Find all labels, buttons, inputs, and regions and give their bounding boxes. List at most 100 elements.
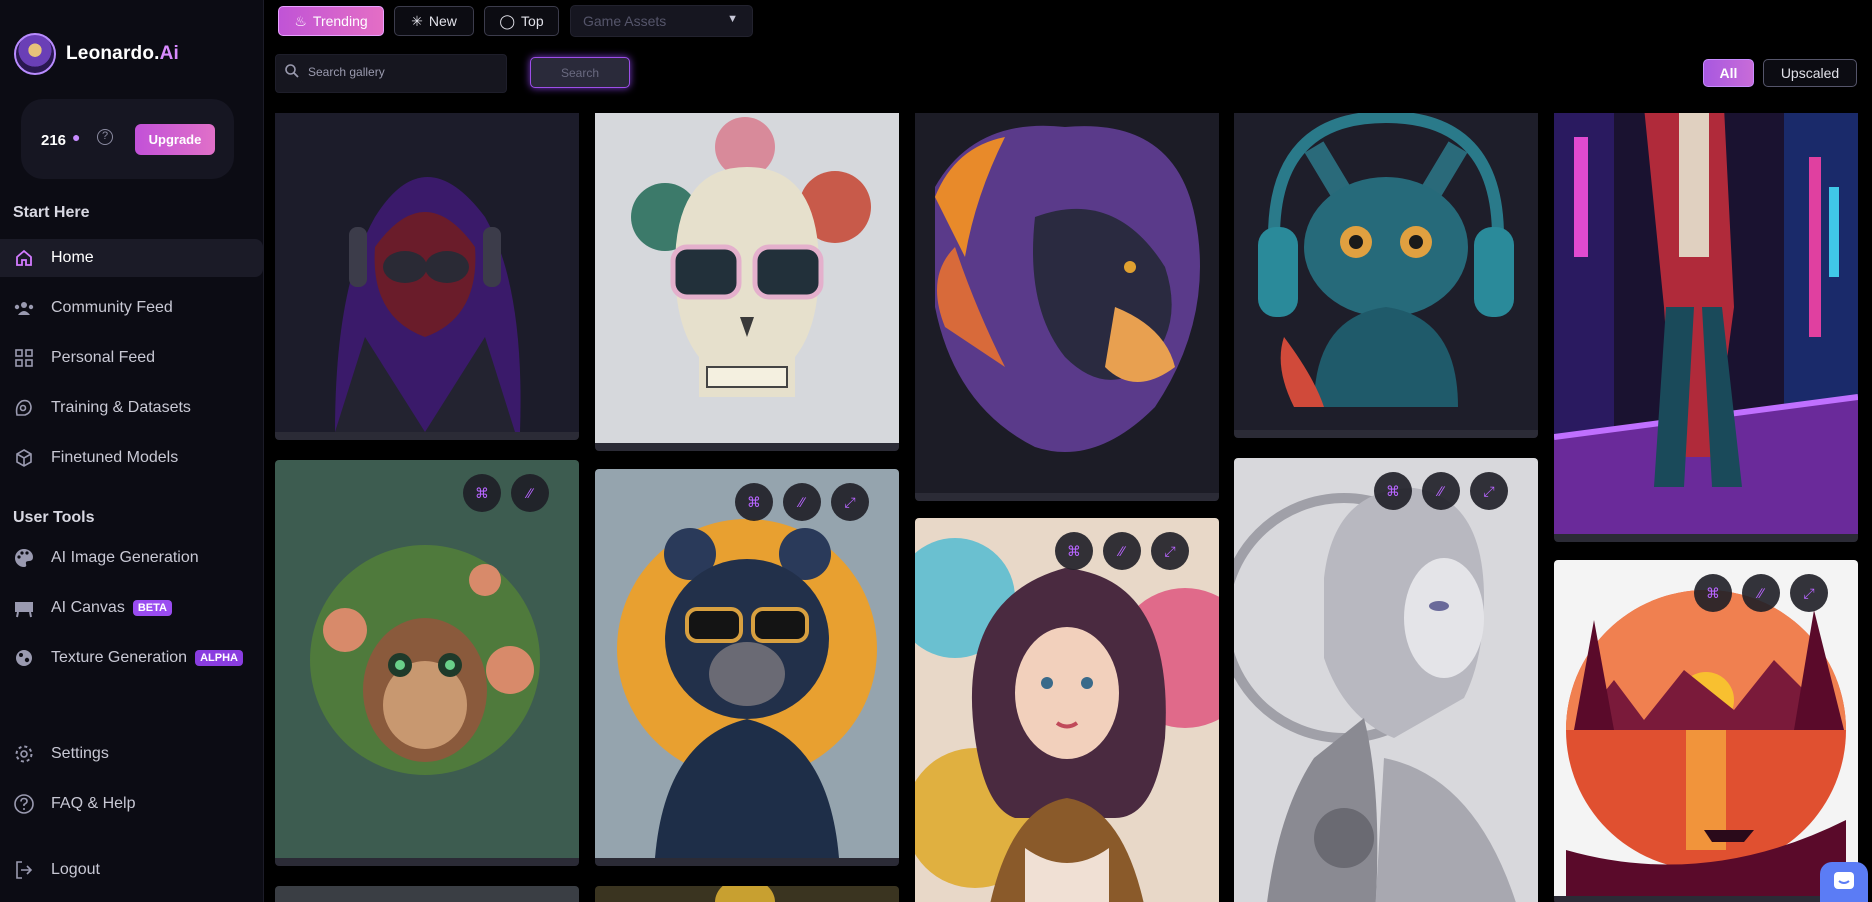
training-icon [13, 397, 35, 419]
sidebar-item-personal-feed[interactable]: Personal Feed [0, 339, 263, 377]
sidebar-item-label: Settings [51, 745, 109, 762]
gallery-image-card[interactable]: ⌘ ∕∕ ⤢ [595, 469, 899, 866]
card-actions: ⌘ ∕∕ ⤢ [1055, 532, 1189, 570]
gallery-image [595, 113, 899, 443]
token-help-icon[interactable]: ? [97, 129, 113, 145]
remix-icon[interactable]: ⌘ [1055, 532, 1093, 570]
texture-icon [13, 647, 35, 669]
sidebar-item-ai-image-generation[interactable]: AI Image Generation [0, 539, 263, 577]
gallery-image [915, 518, 1219, 902]
gallery-image-card[interactable] [915, 113, 1219, 501]
variation-icon[interactable]: ∕∕ [1422, 472, 1460, 510]
home-icon [13, 247, 35, 269]
gear-icon [13, 743, 35, 765]
palette-icon [13, 547, 35, 569]
category-select-placeholder: Game Assets [583, 13, 667, 29]
cube-icon [13, 447, 35, 469]
expand-icon[interactable]: ⤢ [1470, 472, 1508, 510]
chevron-down-icon: ▼ [727, 13, 738, 25]
search-input[interactable] [308, 65, 498, 79]
sidebar-item-label: FAQ & Help [51, 795, 136, 812]
flame-icon: ♨ [294, 12, 307, 29]
variation-icon[interactable]: ∕∕ [1103, 532, 1141, 570]
gallery-image-card[interactable]: ⌘ ∕∕ ⤢ [1234, 458, 1538, 902]
card-actions: ⌘ ∕∕ ⤢ [1374, 472, 1508, 510]
expand-icon[interactable]: ⤢ [1151, 532, 1189, 570]
sidebar-item-label: Training & Datasets [51, 399, 191, 416]
sidebar-item-training-datasets[interactable]: Training & Datasets [0, 389, 263, 427]
gallery-image-card[interactable] [275, 113, 579, 440]
sidebar-item-label: Community Feed [51, 299, 173, 316]
gallery-image [595, 886, 899, 902]
logo-avatar-icon [14, 33, 56, 75]
token-coins-icon: ● [72, 129, 81, 145]
category-select[interactable]: Game Assets ▼ [570, 5, 753, 37]
expand-icon[interactable]: ⤢ [1790, 574, 1828, 612]
help-icon [13, 793, 35, 815]
gallery-image [275, 886, 579, 902]
gallery-image-card[interactable] [275, 886, 579, 902]
gallery-grid: ⌘ ∕∕ ⌘ ∕∕ ⤢ ⌘ ∕∕ ⤢ ⌘ ∕∕ ⤢ ⌘ ∕∕ ⤢ [265, 113, 1872, 902]
community-icon [13, 297, 35, 319]
gallery-image [1234, 113, 1538, 430]
remix-icon[interactable]: ⌘ [1374, 472, 1412, 510]
user-tools-title: User Tools [13, 509, 95, 526]
search-icon [284, 63, 300, 84]
gallery-image [1234, 458, 1538, 902]
tab-new[interactable]: ✳ New [394, 6, 474, 36]
card-actions: ⌘ ∕∕ ⤢ [1694, 574, 1828, 612]
gallery-image-card[interactable]: ⌘ ∕∕ [275, 460, 579, 866]
sparkle-icon: ✳ [411, 12, 423, 29]
expand-icon[interactable]: ⤢ [831, 483, 869, 521]
sidebar-item-community-feed[interactable]: Community Feed [0, 289, 263, 327]
remix-icon[interactable]: ⌘ [735, 483, 773, 521]
tab-top[interactable]: ◯ Top [484, 6, 559, 36]
gallery-image-card[interactable] [595, 113, 899, 451]
sidebar-item-faq-help[interactable]: FAQ & Help [0, 785, 263, 823]
gallery-image-card[interactable] [595, 886, 899, 902]
variation-icon[interactable]: ∕∕ [1742, 574, 1780, 612]
gallery-image-card[interactable] [1554, 113, 1858, 542]
variation-icon[interactable]: ∕∕ [511, 474, 549, 512]
sidebar-item-ai-canvas[interactable]: AI Canvas BETA [0, 589, 263, 627]
sidebar-item-settings[interactable]: Settings [0, 735, 263, 773]
filter-all-button[interactable]: All [1703, 59, 1754, 87]
sidebar-item-label: Home [51, 249, 94, 266]
gallery-image-card[interactable]: ⌘ ∕∕ ⤢ [1554, 560, 1858, 902]
logout-icon [13, 859, 35, 881]
canvas-icon [13, 597, 35, 619]
sidebar-item-texture-generation[interactable]: Texture Generation ALPHA [0, 639, 263, 677]
card-actions: ⌘ ∕∕ [463, 474, 549, 512]
filter-upscaled-button[interactable]: Upscaled [1763, 59, 1857, 87]
gallery-image [595, 469, 899, 858]
chat-support-icon[interactable] [1820, 862, 1868, 902]
remix-icon[interactable]: ⌘ [463, 474, 501, 512]
gallery-image [275, 460, 579, 858]
search-button[interactable]: Search [530, 57, 630, 88]
top-icon: ◯ [499, 12, 516, 29]
sidebar-item-finetuned-models[interactable]: Finetuned Models [0, 439, 263, 477]
upgrade-button[interactable]: Upgrade [135, 124, 215, 155]
credits-card: 216 ● ? Upgrade [21, 99, 234, 179]
gallery-toolbar: ♨ Trending ✳ New ◯ Top Game Assets ▼ Search… [265, 0, 1872, 113]
sidebar-item-home[interactable]: Home [0, 239, 263, 277]
card-actions: ⌘ ∕∕ ⤢ [735, 483, 869, 521]
gallery-image [915, 113, 1219, 493]
sidebar-item-label: Texture Generation [51, 649, 188, 666]
gallery-image [1554, 113, 1858, 534]
variation-icon[interactable]: ∕∕ [783, 483, 821, 521]
token-count: 216 [41, 132, 67, 149]
sidebar-item-label: Personal Feed [51, 349, 156, 366]
gallery-image-card[interactable]: ⌘ ∕∕ ⤢ [915, 518, 1219, 902]
app-name: Leonardo.Ai [66, 43, 180, 64]
search-box [275, 54, 507, 93]
gallery-image-card[interactable] [1234, 113, 1538, 438]
sidebar-item-label: AI Image Generation [51, 549, 199, 566]
app-logo[interactable]: Leonardo.Ai [14, 33, 179, 75]
remix-icon[interactable]: ⌘ [1694, 574, 1732, 612]
tab-trending[interactable]: ♨ Trending [278, 6, 384, 36]
alpha-badge: ALPHA [195, 650, 243, 666]
gallery-image [275, 113, 579, 432]
sidebar: Leonardo.Ai 216 ● ? Upgrade Start Here H… [0, 0, 264, 902]
sidebar-item-logout[interactable]: Logout [0, 851, 263, 889]
